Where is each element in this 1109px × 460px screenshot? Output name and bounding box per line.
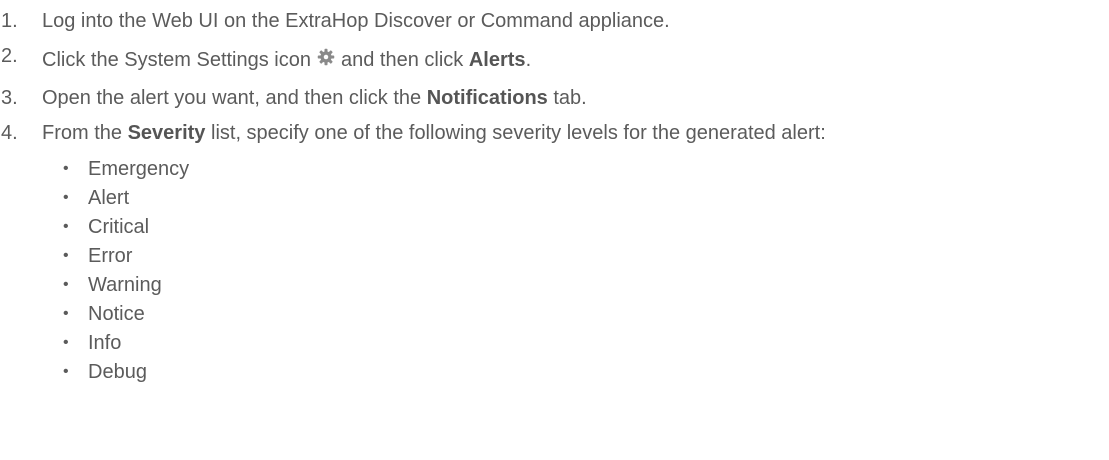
step-1: 1. Log into the Web UI on the ExtraHop D…	[0, 6, 670, 36]
bullet: •	[63, 247, 69, 264]
severity-item-alert: • Alert	[63, 184, 129, 212]
step-text-before: From the	[42, 121, 123, 144]
step-text-after: tab.	[553, 86, 587, 109]
step-text-bold: Notifications	[426, 86, 548, 109]
step-text-before: Click the System Settings icon	[42, 48, 311, 71]
instruction-document: 1. Log into the Web UI on the ExtraHop D…	[0, 0, 1109, 460]
step-text: Open the alert you want, and then click …	[42, 87, 587, 110]
step-number: 1.	[1, 9, 18, 32]
bullet: •	[63, 334, 69, 351]
severity-item-info: • Info	[63, 329, 121, 357]
severity-item-debug: • Debug	[63, 358, 147, 386]
severity-item-error: • Error	[63, 242, 132, 270]
severity-item-notice: • Notice	[63, 300, 145, 328]
step-text-before: Open the alert you want, and then click …	[42, 86, 422, 109]
step-text: Log into the Web UI on the ExtraHop Disc…	[42, 9, 670, 32]
step-text: From the Severity list, specify one of t…	[42, 122, 826, 145]
step-text-bold: Alerts	[468, 48, 526, 71]
severity-item-critical: • Critical	[63, 213, 149, 241]
severity-label: Info	[88, 331, 122, 354]
step-number: 2.	[1, 44, 18, 67]
severity-item-warning: • Warning	[63, 271, 162, 299]
step-text-after: list, specify one of the following sever…	[211, 121, 826, 144]
step-text-after: .	[525, 48, 532, 71]
bullet: •	[63, 363, 69, 380]
severity-label: Error	[88, 244, 133, 267]
bullet: •	[63, 218, 69, 235]
severity-label: Emergency	[88, 157, 190, 180]
severity-label: Notice	[88, 302, 145, 325]
severity-item-emergency: • Emergency	[63, 155, 189, 183]
severity-label: Warning	[88, 273, 162, 296]
severity-label: Debug	[88, 360, 147, 383]
severity-label: Critical	[88, 215, 150, 238]
step-2: 2. Click the System Settings icon and th…	[0, 45, 531, 75]
step-text: Click the System Settings icon and then …	[42, 49, 531, 72]
step-3: 3. Open the alert you want, and then cli…	[0, 83, 587, 113]
severity-label: Alert	[88, 186, 130, 209]
gear-icon	[317, 48, 335, 66]
bullet: •	[63, 160, 69, 177]
bullet: •	[63, 276, 69, 293]
step-number: 4.	[1, 121, 18, 144]
bullet: •	[63, 305, 69, 322]
step-text-bold: Severity	[127, 121, 206, 144]
step-text-middle: and then click	[341, 48, 464, 71]
step-number: 3.	[1, 86, 18, 109]
bullet: •	[63, 189, 69, 206]
step-4: 4. From the Severity list, specify one o…	[0, 118, 826, 148]
